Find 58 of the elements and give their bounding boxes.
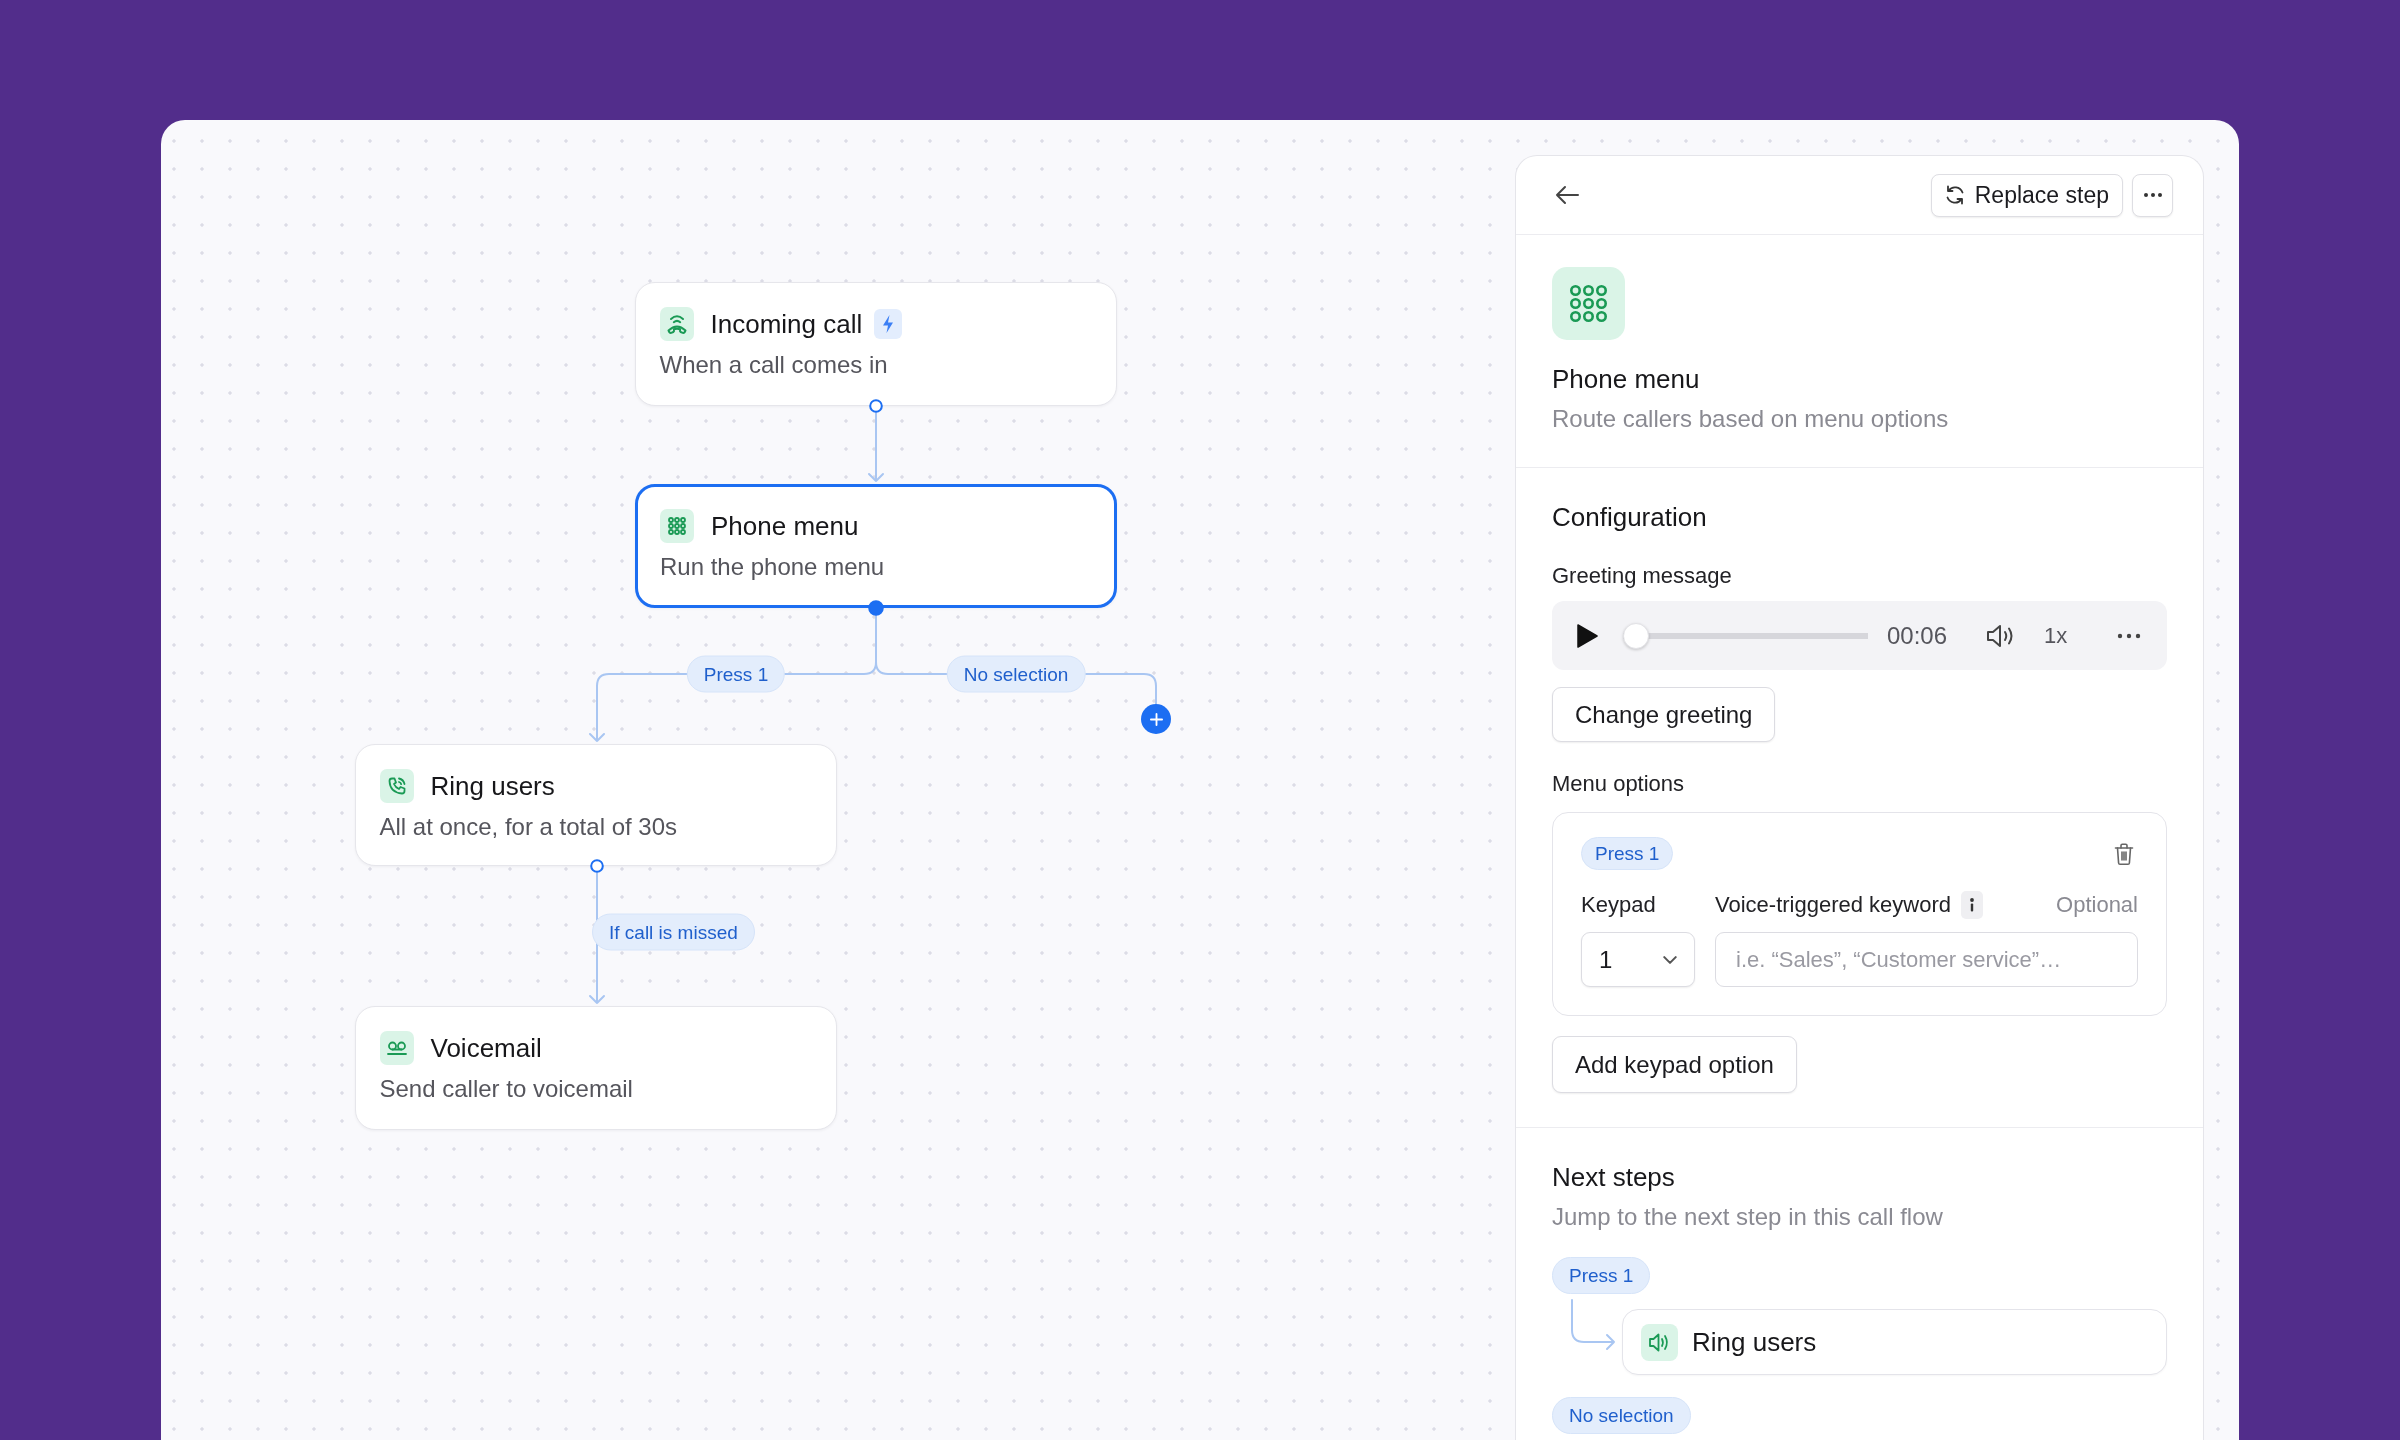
plus-icon — [1149, 712, 1163, 726]
port-icon[interactable] — [868, 600, 884, 616]
branch-tag: Press 1 — [1552, 1257, 1651, 1294]
node-subtitle: When a call comes in — [659, 349, 889, 380]
step-description: Route callers based on menu options — [1552, 404, 1950, 434]
branch-tag: No selection — [1552, 1397, 1691, 1434]
node-title: Voicemail — [430, 1031, 542, 1065]
node-subtitle: All at once, for a total of 30s — [379, 811, 678, 842]
port-icon[interactable] — [868, 398, 884, 414]
section-heading: Configuration — [1552, 501, 1708, 534]
section-heading: Next steps — [1552, 1161, 1676, 1194]
keyword-input[interactable]: i.e. “Sales”, “Customer service”… — [1715, 932, 2138, 987]
speaker-icon — [1641, 1323, 1678, 1361]
next-step-title: Ring users — [1692, 1326, 1817, 1358]
keypad-select[interactable]: 1 — [1581, 932, 1695, 987]
edge-label: Press 1 — [686, 655, 786, 693]
node-title: Incoming call — [710, 307, 863, 341]
edge-label: No selection — [946, 655, 1086, 693]
step-title: Phone menu — [1552, 363, 1701, 396]
node-title: Ring users — [430, 769, 555, 803]
trash-icon[interactable] — [2112, 840, 2136, 867]
chevron-down-icon — [1663, 955, 1677, 964]
seek-thumb[interactable] — [1623, 622, 1649, 649]
play-icon[interactable] — [1576, 622, 1598, 649]
edge-label: If call is missed — [592, 913, 755, 951]
node-subtitle: Send caller to voicemail — [379, 1073, 634, 1104]
field-label: Greeting message — [1552, 562, 1733, 590]
node-title: Phone menu — [711, 510, 859, 543]
more-icon[interactable] — [2117, 632, 2141, 639]
lightning-icon — [874, 308, 903, 339]
phone-ringing-icon — [379, 768, 414, 803]
back-arrow-icon[interactable] — [1554, 184, 1580, 206]
port-icon[interactable] — [589, 858, 605, 874]
section-description: Jump to the next step in this call flow — [1552, 1202, 1944, 1232]
info-icon[interactable] — [1961, 891, 1983, 919]
change-greeting-button[interactable]: Change greeting — [1552, 687, 1776, 742]
option-tag: Press 1 — [1581, 837, 1674, 870]
next-step-card[interactable]: Ring users — [1622, 1309, 2167, 1375]
step-node[interactable]: Voicemail Send caller to voicemail — [355, 1006, 837, 1130]
playback-time: 00:06 — [1887, 621, 1948, 650]
field-label: Keypad — [1581, 891, 1657, 919]
node-subtitle: Run the phone menu — [660, 552, 886, 582]
add-keypad-option-button[interactable]: Add keypad option — [1552, 1036, 1797, 1093]
add-step-button[interactable] — [1141, 704, 1171, 734]
step-node[interactable]: Incoming call When a call comes in — [635, 282, 1117, 406]
speed-button[interactable]: 1x — [2044, 622, 2068, 649]
field-label: Voice-triggered keyword — [1715, 891, 1951, 919]
connector-arrow — [868, 412, 884, 482]
field-label: Menu options — [1552, 770, 1686, 798]
replace-step-button[interactable]: Replace step — [1930, 173, 2123, 217]
optional-hint: Optional — [2056, 892, 2138, 918]
step-node[interactable]: Phone menu Run the phone menu — [635, 484, 1117, 608]
phone-waves-icon — [659, 306, 694, 341]
step-node[interactable]: Ring users All at once, for a total of 30s — [355, 744, 837, 866]
keypad-icon — [1552, 267, 1625, 340]
voicemail-icon — [379, 1030, 414, 1065]
more-icon — [2142, 192, 2163, 198]
keypad-icon — [660, 509, 694, 543]
